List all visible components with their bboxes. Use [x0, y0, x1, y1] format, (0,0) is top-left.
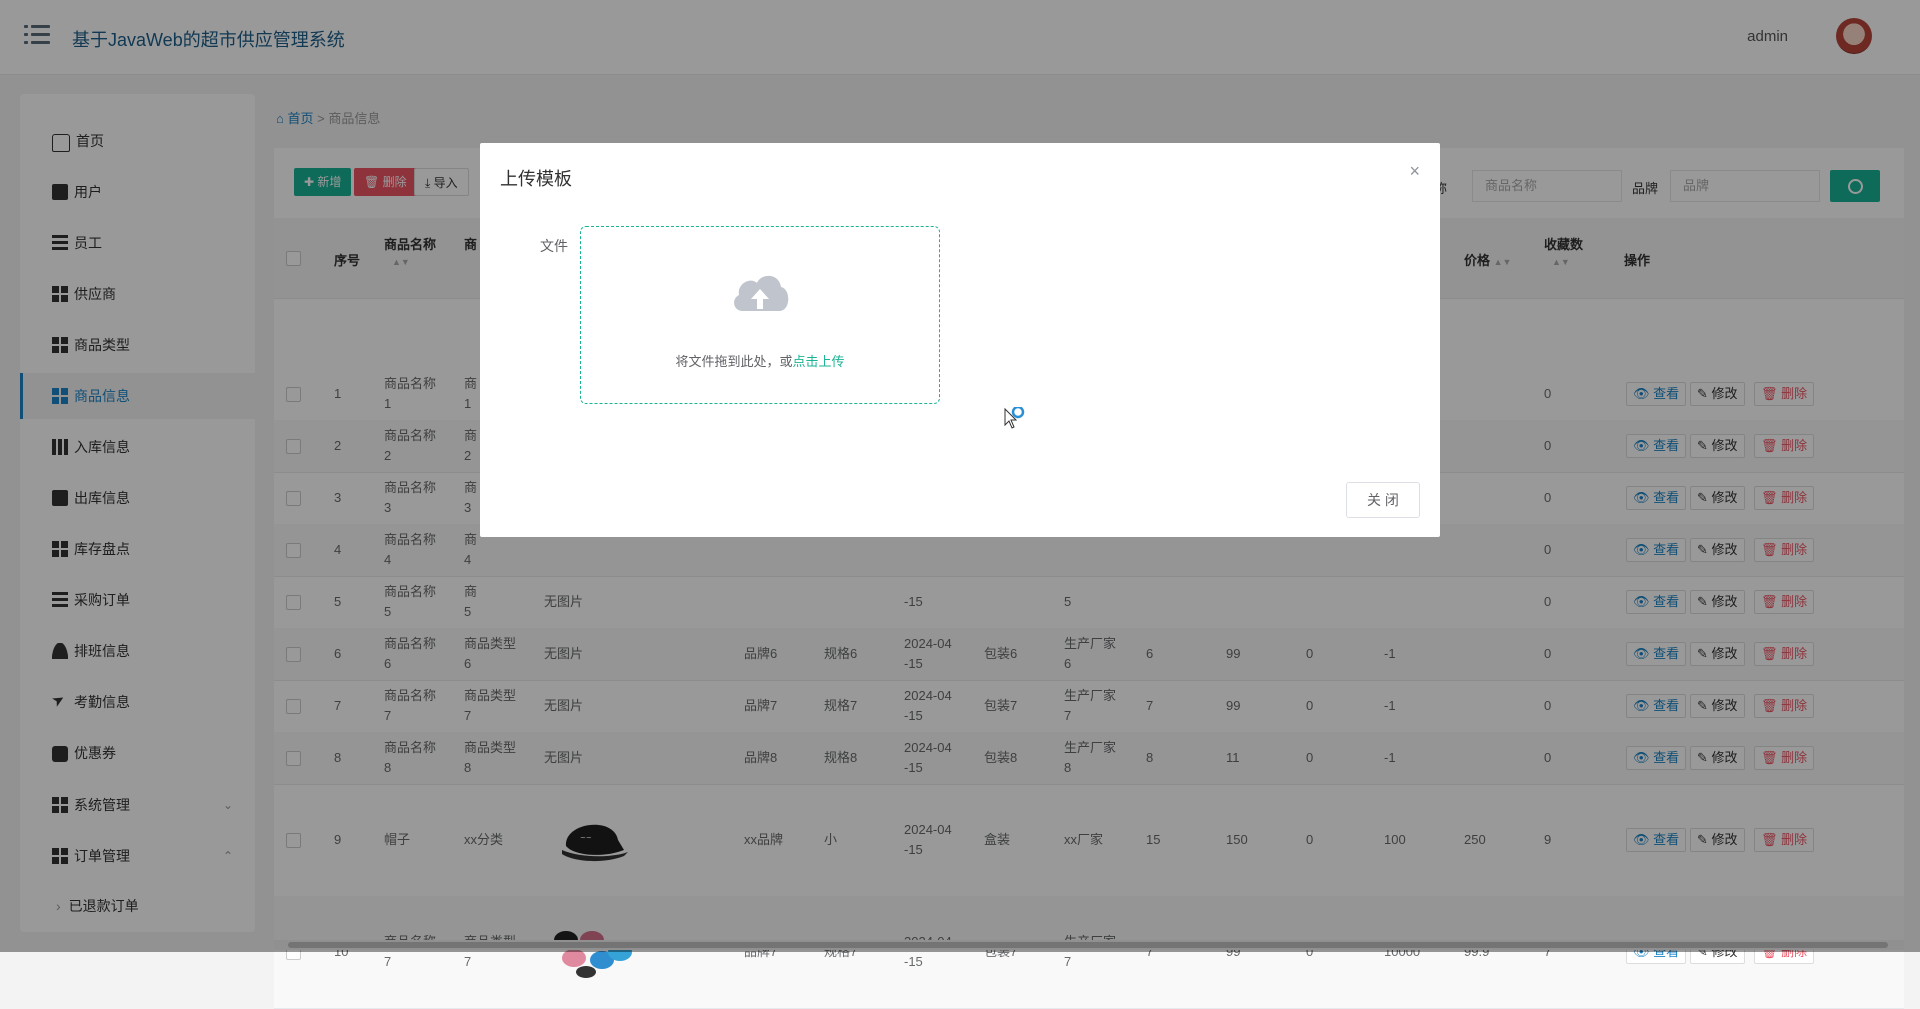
dialog-title: 上传模板 [500, 169, 572, 189]
close-dialog-button[interactable]: 关 闭 [1346, 482, 1420, 518]
file-label: 文件 [540, 238, 568, 254]
click-to-upload-link[interactable]: 点击上传 [793, 354, 845, 369]
upload-dialog: 上传模板 × 文件 将文件拖到此处，或点击上传 关 闭 [480, 143, 1440, 537]
drop-hint-text: 将文件拖到此处，或 [675, 354, 793, 369]
upload-drop-zone[interactable]: 将文件拖到此处，或点击上传 [580, 226, 940, 404]
close-icon[interactable]: × [1409, 161, 1420, 182]
busy-cursor-icon [1004, 407, 1025, 429]
upload-cloud-icon [734, 275, 789, 311]
drop-hint: 将文件拖到此处，或点击上传 [581, 351, 939, 370]
